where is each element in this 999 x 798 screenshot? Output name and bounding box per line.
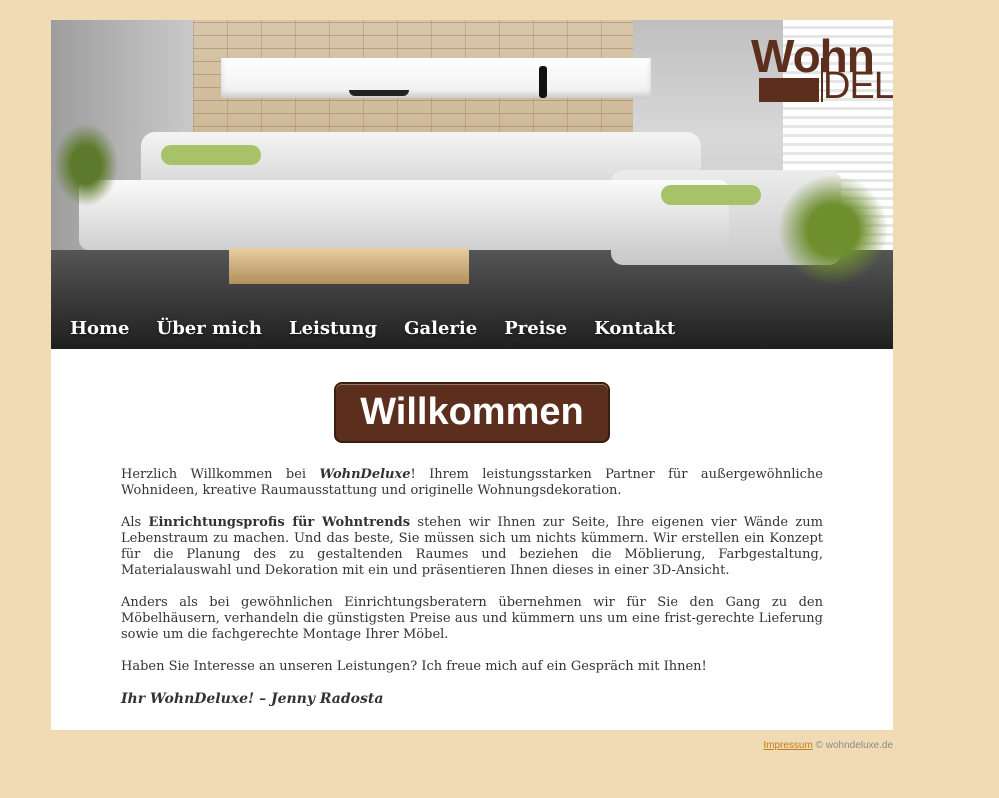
logo-bar [759,78,819,102]
nav-item-leistung[interactable]: Leistung [289,318,377,339]
welcome-heading-text: Willkommen [360,391,584,433]
brand-logo[interactable]: Wohn DELUXE! [751,30,893,110]
copyright-text: © wohndeluxe.de [815,740,893,751]
hero-sofa-seat [79,180,729,250]
impressum-link[interactable]: Impressum [763,740,812,751]
hero-cushion [161,145,261,165]
paragraph-services: Als Einrichtungsprofis für Wohntrends st… [121,515,823,579]
signature: Ihr WohnDeluxe! – Jenny Radosta [121,691,384,707]
hero-wall-niche [221,58,651,98]
hero-plant-right [773,170,893,290]
nav-item-preise[interactable]: Preise [504,318,567,339]
paragraph-intro: Herzlich Willkommen bei WohnDeluxe! Ihre… [121,467,823,499]
paragraph-text: Als [121,515,149,530]
welcome-text: Herzlich Willkommen bei WohnDeluxe! Ihre… [121,467,823,723]
hero-cushion [661,185,761,205]
brand-emphasis: WohnDeluxe [319,467,411,482]
paragraph-contact-invite: Haben Sie Interesse an unseren Leistunge… [121,659,707,674]
welcome-heading-button: Willkommen [336,384,608,441]
hero-plant-left [51,120,121,210]
hero-bowl [349,90,409,96]
page-container: Wohn DELUXE! Home Über mich Leistung Gal… [51,20,893,730]
hero-banner: Wohn DELUXE! Home Über mich Leistung Gal… [51,20,893,349]
nav-item-kontakt[interactable]: Kontakt [594,318,675,339]
hero-coffee-table [229,248,469,284]
services-emphasis: Einrichtungsprofis für Wohntrends [148,515,411,530]
nav-item-home[interactable]: Home [70,318,130,339]
logo-text-bottom: DELUXE! [823,65,893,107]
main-navigation: Home Über mich Leistung Galerie Preise K… [51,308,893,349]
paragraph-advantages: Anders als bei gewöhnlichen Einrichtungs… [121,595,823,642]
nav-item-ueber-mich[interactable]: Über mich [157,318,262,339]
nav-item-galerie[interactable]: Galerie [404,318,477,339]
main-content: Willkommen Herzlich Willkommen bei WohnD… [51,349,893,730]
paragraph-text: Herzlich Willkommen bei [121,467,320,482]
hero-vase [539,66,547,98]
footer: Impressum © wohndeluxe.de [763,740,893,751]
